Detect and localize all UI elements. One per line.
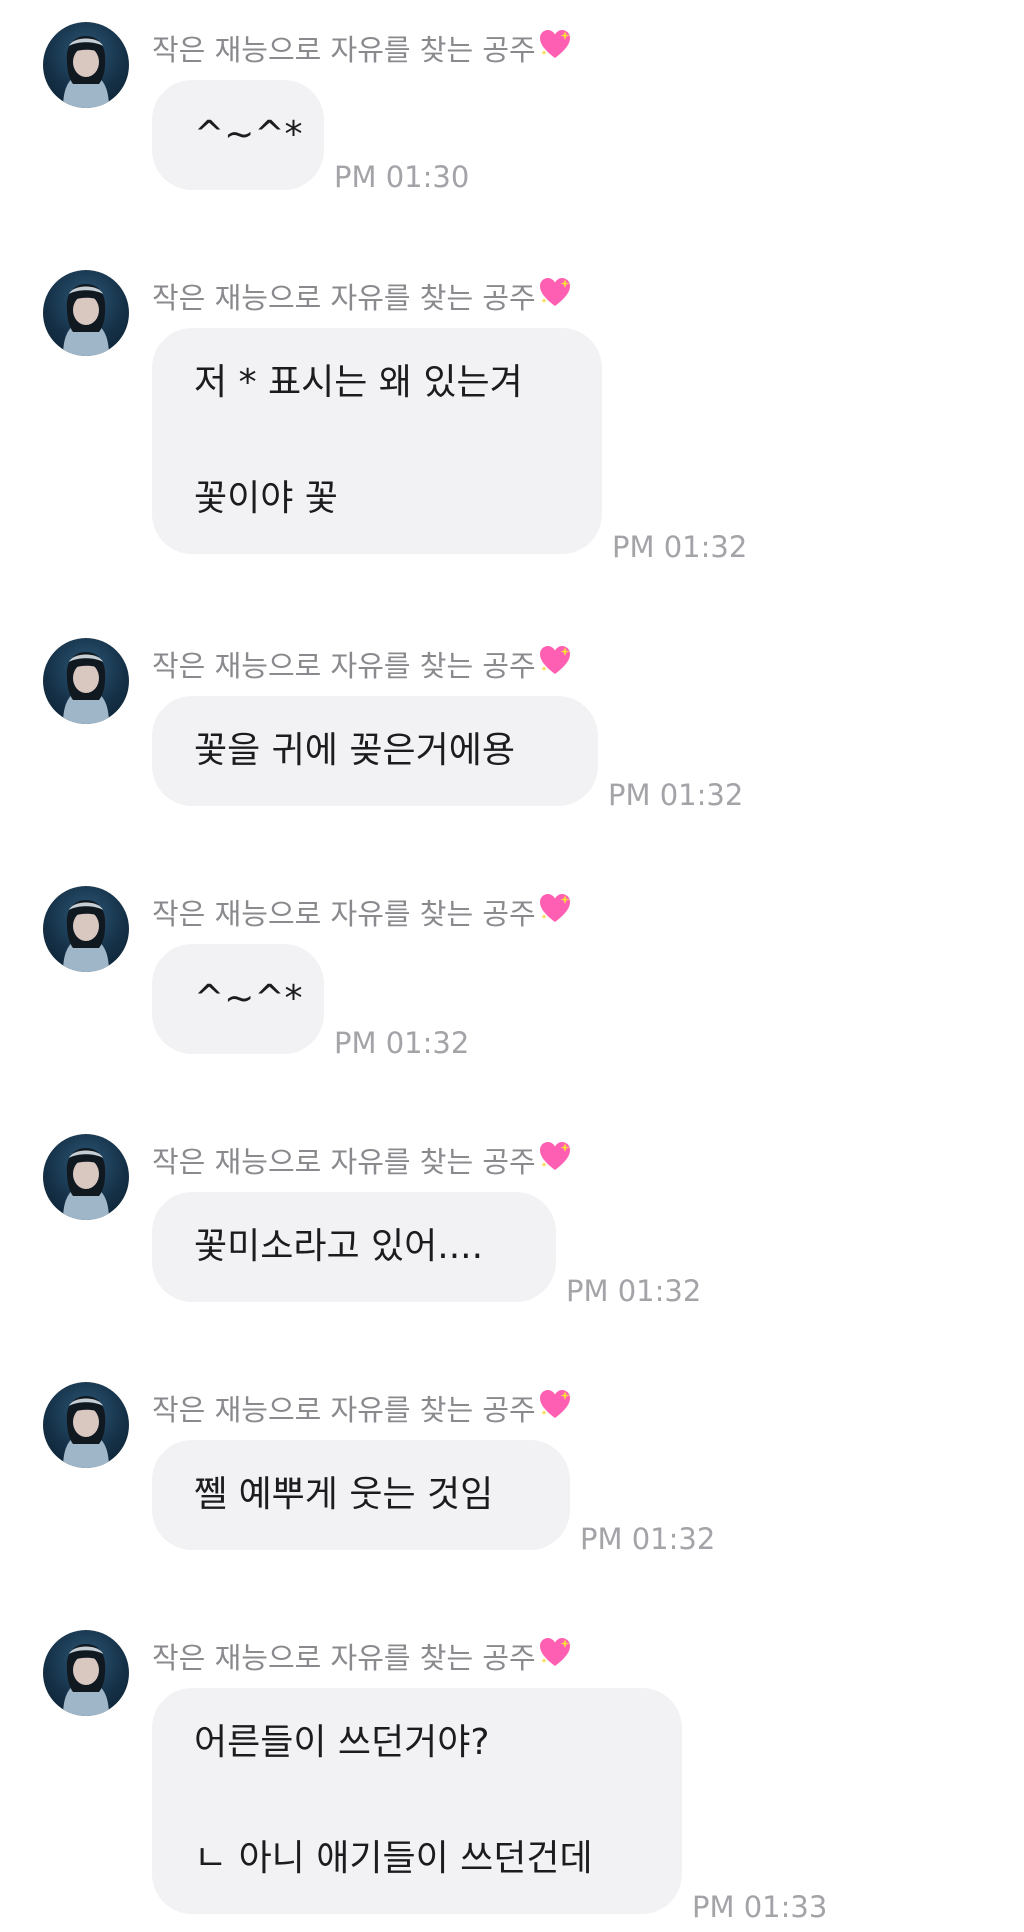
message-text: 쩰 예뿌게 웃는 것임 [194, 1474, 494, 1515]
avatar[interactable] [43, 22, 129, 108]
message-timestamp: PM 01:33 [692, 1890, 828, 1924]
avatar[interactable] [43, 638, 129, 724]
message-text: 꽃미소라고 있어.... [194, 1226, 484, 1267]
sender-name: 작은 재능으로 자유를 찾는 공주 [152, 1140, 572, 1180]
message-line-gap [194, 412, 560, 470]
message-text: ^~^* [194, 114, 303, 155]
sparkling-heart-icon [538, 644, 572, 685]
sender-name-text: 작은 재능으로 자유를 찾는 공주 [152, 33, 536, 67]
sparkling-heart-icon [538, 1140, 572, 1181]
message-bubble[interactable]: 꽃미소라고 있어.... [152, 1192, 556, 1302]
sender-name-text: 작은 재능으로 자유를 찾는 공주 [152, 1145, 536, 1179]
message-timestamp: PM 01:32 [580, 1522, 716, 1556]
avatar[interactable] [43, 1630, 129, 1716]
message-text: 저 * 표시는 왜 있는겨 [194, 362, 523, 403]
sender-name: 작은 재능으로 자유를 찾는 공주 [152, 644, 572, 684]
sender-name: 작은 재능으로 자유를 찾는 공주 [152, 1636, 572, 1676]
message-text: ㄴ 아니 애기들이 쓰던건데 [194, 1838, 593, 1879]
message-bubble[interactable]: ^~^* [152, 944, 324, 1054]
sender-name-text: 작은 재능으로 자유를 찾는 공주 [152, 1393, 536, 1427]
sender-name: 작은 재능으로 자유를 찾는 공주 [152, 1388, 572, 1428]
message-bubble[interactable]: ^~^* [152, 80, 324, 190]
message-text: 어른들이 쓰던거야? [194, 1722, 490, 1763]
avatar[interactable] [43, 886, 129, 972]
sparkling-heart-icon [538, 276, 572, 317]
sender-name-text: 작은 재능으로 자유를 찾는 공주 [152, 897, 536, 931]
sender-name: 작은 재능으로 자유를 찾는 공주 [152, 892, 572, 932]
message-text: ^~^* [194, 978, 303, 1019]
sparkling-heart-icon [538, 1636, 572, 1677]
sender-name-text: 작은 재능으로 자유를 찾는 공주 [152, 281, 536, 315]
sparkling-heart-icon [538, 892, 572, 933]
message-timestamp: PM 01:32 [566, 1274, 702, 1308]
message-bubble[interactable]: 저 * 표시는 왜 있는겨꽃이야 꽃 [152, 328, 602, 554]
message-bubble[interactable]: 어른들이 쓰던거야? ㄴ 아니 애기들이 쓰던건데 [152, 1688, 682, 1914]
avatar[interactable] [43, 270, 129, 356]
sender-name: 작은 재능으로 자유를 찾는 공주 [152, 28, 572, 68]
message-line-gap [194, 1772, 640, 1830]
sender-name: 작은 재능으로 자유를 찾는 공주 [152, 276, 572, 316]
message-text: 꽃을 귀에 꽂은거에용 [194, 730, 515, 771]
chat-thread: 작은 재능으로 자유를 찾는 공주 ^~^* PM 01:30 작은 재능으로 자유를… [0, 0, 1024, 1932]
avatar[interactable] [43, 1134, 129, 1220]
avatar[interactable] [43, 1382, 129, 1468]
sender-name-text: 작은 재능으로 자유를 찾는 공주 [152, 649, 536, 683]
sparkling-heart-icon [538, 28, 572, 69]
message-bubble[interactable]: 꽃을 귀에 꽂은거에용 [152, 696, 598, 806]
message-timestamp: PM 01:32 [608, 778, 744, 812]
message-timestamp: PM 01:30 [334, 160, 470, 194]
message-bubble[interactable]: 쩰 예뿌게 웃는 것임 [152, 1440, 570, 1550]
sparkling-heart-icon [538, 1388, 572, 1429]
message-timestamp: PM 01:32 [612, 530, 748, 564]
message-text: 꽃이야 꽃 [194, 478, 338, 519]
message-timestamp: PM 01:32 [334, 1026, 470, 1060]
sender-name-text: 작은 재능으로 자유를 찾는 공주 [152, 1641, 536, 1675]
